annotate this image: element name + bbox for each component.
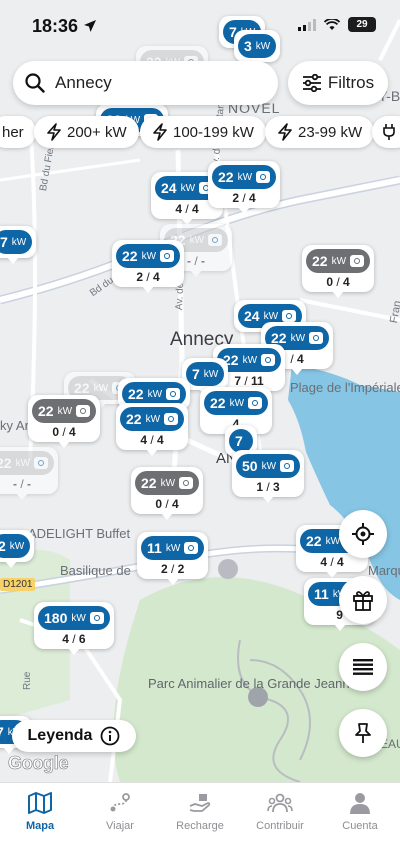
route-icon bbox=[110, 793, 130, 812]
legend-button[interactable]: Leyenda bbox=[12, 720, 136, 752]
tab-contribuir[interactable]: Contribuir bbox=[240, 783, 320, 867]
cellular-signal-icon bbox=[298, 18, 316, 31]
bolt-icon bbox=[153, 123, 167, 141]
search-bar[interactable]: Annecy bbox=[13, 61, 278, 105]
tab-bar: Mapa Viajar Recharge Contribuir Cuenta bbox=[0, 782, 400, 867]
charger-pin[interactable]: 22 kW 2 / 4 bbox=[112, 240, 185, 293]
chip-connector[interactable]: her bbox=[0, 116, 36, 148]
tab-cuenta[interactable]: Cuenta bbox=[320, 783, 400, 867]
charger-pin[interactable]: 180 kW 4 / 6 bbox=[34, 602, 114, 655]
status-time: 18:36 bbox=[32, 16, 97, 37]
search-query: Annecy bbox=[55, 73, 112, 92]
location-arrow-icon bbox=[84, 20, 97, 32]
gift-icon bbox=[353, 591, 373, 611]
chip-200-kw[interactable]: 200+ kW bbox=[34, 116, 139, 148]
tab-mapa[interactable]: Mapa bbox=[0, 783, 80, 867]
charger-pin[interactable]: 22kW - / - bbox=[0, 447, 59, 500]
charger-pin[interactable]: 2 kW bbox=[0, 530, 35, 568]
map-label-sky: ky Ar bbox=[0, 418, 29, 433]
charger-pin[interactable]: 22 kW 4 / 4 bbox=[116, 403, 189, 456]
map-icon bbox=[28, 792, 52, 814]
battery-icon: 29 bbox=[348, 17, 376, 32]
gift-button[interactable] bbox=[339, 576, 387, 624]
person-icon bbox=[350, 793, 370, 814]
map-label-marqu: Marqu bbox=[368, 563, 400, 578]
legend-label: Leyenda bbox=[27, 727, 93, 744]
pin-button[interactable] bbox=[339, 709, 387, 757]
pushpin-icon bbox=[355, 723, 371, 743]
wifi-icon bbox=[324, 18, 340, 30]
charger-pin[interactable]: 11 kW 2 / 2 bbox=[137, 532, 209, 585]
charger-pin[interactable]: 7kW bbox=[0, 226, 37, 264]
filters-button[interactable]: Filtros bbox=[288, 61, 388, 105]
bolt-icon bbox=[278, 123, 292, 141]
map-label-d1201: D1201 bbox=[0, 578, 36, 591]
locate-me-button[interactable] bbox=[339, 510, 387, 558]
info-icon bbox=[101, 726, 120, 746]
community-icon bbox=[267, 793, 293, 813]
chip-100-199-kw[interactable]: 100-199 kW bbox=[140, 116, 266, 148]
charging-hand-icon bbox=[189, 794, 211, 812]
search-icon bbox=[25, 73, 45, 93]
charger-pin[interactable]: 22 kW 0 / 4 bbox=[302, 245, 375, 298]
google-attribution: Google bbox=[8, 753, 69, 774]
charger-pin[interactable]: 50 kW 1 / 3 bbox=[232, 450, 305, 503]
sliders-icon bbox=[302, 74, 321, 92]
tab-recharge[interactable]: Recharge bbox=[160, 783, 240, 867]
map-label-parc: Parc Animalier de la Grande Jeanne bbox=[148, 676, 357, 691]
crosshair-icon bbox=[352, 523, 374, 545]
charger-pin[interactable]: 22 kW 0 / 4 bbox=[131, 467, 204, 520]
status-bar: 18:36 29 bbox=[0, 0, 400, 50]
filters-label: Filtros bbox=[327, 73, 375, 92]
map-label-rue: Rue bbox=[22, 671, 33, 690]
map-label-basilique: Basilique de bbox=[60, 563, 131, 578]
map-label-adelight: ADELIGHT Buffet bbox=[28, 526, 131, 541]
charger-pin[interactable]: 22 kW 0 / 4 bbox=[28, 395, 101, 448]
tab-viajar[interactable]: Viajar bbox=[80, 783, 160, 867]
chip-23-99-kw[interactable]: 23-99 kW bbox=[265, 116, 375, 148]
plug-icon bbox=[383, 124, 395, 140]
list-view-button[interactable] bbox=[339, 643, 387, 691]
map-label-plage: Plage de l'Impériale bbox=[290, 380, 400, 395]
bolt-icon bbox=[47, 123, 61, 141]
chip-plug[interactable] bbox=[372, 116, 400, 148]
list-icon bbox=[353, 659, 373, 675]
charger-pin[interactable]: 22 kW 2 / 4 bbox=[208, 161, 281, 214]
